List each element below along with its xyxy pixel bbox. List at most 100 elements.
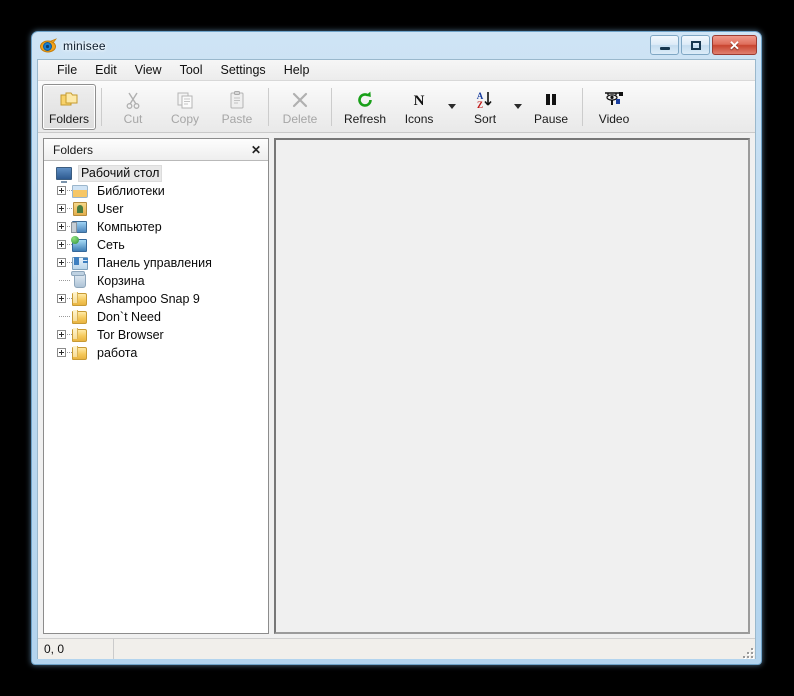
folders-panel: Folders ✕ Рабочий стол Библиотеки User К… bbox=[43, 138, 269, 634]
toolbar-separator-1 bbox=[101, 87, 103, 126]
toolbar-copy-button[interactable]: Copy bbox=[159, 84, 211, 130]
tree-item-label: Сеть bbox=[97, 237, 125, 252]
menu-item-tool[interactable]: Tool bbox=[171, 61, 212, 80]
toolbar-sort-label: Sort bbox=[474, 111, 497, 126]
desktop-icon bbox=[56, 165, 74, 181]
scissors-icon bbox=[123, 89, 143, 111]
status-secondary bbox=[114, 639, 755, 659]
chevron-down-icon bbox=[514, 104, 523, 109]
menu-item-file[interactable]: File bbox=[48, 61, 86, 80]
recycle-bin-icon bbox=[72, 273, 90, 289]
network-icon bbox=[72, 237, 90, 253]
toolbar-copy-label: Copy bbox=[171, 111, 200, 126]
tree-item-label: работа bbox=[97, 345, 138, 360]
tree-item-rabota[interactable]: работа bbox=[47, 344, 268, 362]
tree-item-user[interactable]: User bbox=[47, 200, 268, 218]
copy-icon bbox=[175, 89, 195, 111]
toolbar-sort-button[interactable]: A Z Sort bbox=[459, 84, 511, 130]
refresh-icon bbox=[355, 89, 375, 111]
tree-item-label: User bbox=[97, 201, 124, 216]
toolbar-separator-4 bbox=[582, 87, 584, 126]
toolbar-icons-dropdown-arrow[interactable] bbox=[445, 84, 459, 130]
toolbar-refresh-label: Refresh bbox=[344, 111, 387, 126]
sort-az-icon: A Z bbox=[474, 89, 496, 111]
title-bar[interactable]: minisee ✕ bbox=[32, 32, 761, 59]
tree-item-network[interactable]: Сеть bbox=[47, 236, 268, 254]
letter-n-icon: N bbox=[409, 89, 429, 111]
window-controls: ✕ bbox=[650, 35, 757, 55]
control-panel-icon bbox=[72, 255, 90, 271]
tree-item-ashampoo-snap-9[interactable]: Ashampoo Snap 9 bbox=[47, 290, 268, 308]
folders-panel-header: Folders ✕ bbox=[44, 139, 268, 161]
computer-icon bbox=[72, 219, 90, 235]
toolbar-sort-dropdown-arrow[interactable] bbox=[511, 84, 525, 130]
pause-icon bbox=[541, 89, 561, 111]
minimize-icon bbox=[659, 46, 670, 50]
tree-item-libraries[interactable]: Библиотеки bbox=[47, 182, 268, 200]
maximize-icon bbox=[690, 40, 701, 50]
expand-toggle-icon[interactable] bbox=[56, 344, 72, 362]
expand-toggle-icon[interactable] bbox=[56, 254, 72, 272]
menu-item-help[interactable]: Help bbox=[275, 61, 319, 80]
tree-item-desktop[interactable]: Рабочий стол bbox=[47, 164, 268, 182]
tree-item-dont-need[interactable]: Don`t Need bbox=[47, 308, 268, 326]
expand-toggle-icon[interactable] bbox=[56, 218, 72, 236]
tree-connector bbox=[56, 272, 72, 290]
maximize-button[interactable] bbox=[681, 35, 710, 55]
folders-panel-title: Folders bbox=[53, 142, 94, 157]
folder-icon bbox=[72, 327, 90, 343]
minimize-button[interactable] bbox=[650, 35, 679, 55]
close-button[interactable]: ✕ bbox=[712, 35, 757, 55]
menu-item-settings[interactable]: Settings bbox=[212, 61, 275, 80]
tree-connector bbox=[56, 308, 72, 326]
toolbar-delete-label: Delete bbox=[282, 111, 318, 126]
toolbar-paste-label: Paste bbox=[221, 111, 253, 126]
content-view-pane[interactable] bbox=[274, 138, 750, 634]
toolbar-video-label: Video bbox=[598, 111, 630, 126]
toolbar-separator-3 bbox=[331, 87, 333, 126]
toolbar-video-button[interactable]: Video bbox=[588, 84, 640, 130]
window-title: minisee bbox=[63, 38, 106, 53]
tree-item-label: Ashampoo Snap 9 bbox=[97, 291, 200, 306]
toolbar-cut-label: Cut bbox=[123, 111, 143, 126]
toolbar: Folders Cut Copy Paste Delete Refresh N … bbox=[38, 81, 755, 133]
folder-icon bbox=[72, 309, 90, 325]
folders-icon bbox=[58, 89, 80, 111]
folder-tree[interactable]: Рабочий стол Библиотеки User Компьютер С… bbox=[44, 161, 268, 633]
video-camera-icon bbox=[602, 89, 626, 111]
tree-item-recycle-bin[interactable]: Корзина bbox=[47, 272, 268, 290]
tree-item-tor-browser[interactable]: Tor Browser bbox=[47, 326, 268, 344]
status-coordinates: 0, 0 bbox=[38, 639, 114, 659]
expand-toggle-icon[interactable] bbox=[56, 290, 72, 308]
close-icon[interactable]: ✕ bbox=[247, 141, 265, 158]
toolbar-pause-button[interactable]: Pause bbox=[525, 84, 577, 130]
toolbar-icons-button[interactable]: N Icons bbox=[393, 84, 445, 130]
status-bar: 0, 0 bbox=[38, 638, 755, 659]
toolbar-folders-label: Folders bbox=[49, 111, 90, 126]
library-icon bbox=[72, 183, 90, 199]
menu-item-edit[interactable]: Edit bbox=[86, 61, 126, 80]
folder-icon bbox=[72, 345, 90, 361]
expand-toggle-icon[interactable] bbox=[56, 326, 72, 344]
toolbar-refresh-button[interactable]: Refresh bbox=[337, 84, 393, 130]
expand-toggle-icon[interactable] bbox=[56, 236, 72, 254]
svg-text:N: N bbox=[414, 93, 425, 109]
chevron-down-icon bbox=[448, 104, 457, 109]
resize-grip-icon[interactable] bbox=[739, 644, 753, 658]
toolbar-folders-button[interactable]: Folders bbox=[42, 83, 97, 130]
expand-toggle-icon[interactable] bbox=[56, 182, 72, 200]
tree-item-computer[interactable]: Компьютер bbox=[47, 218, 268, 236]
main-split: Folders ✕ Рабочий стол Библиотеки User К… bbox=[38, 133, 755, 638]
tree-item-label: Рабочий стол bbox=[78, 164, 163, 182]
tree-item-control-panel[interactable]: Панель управления bbox=[47, 254, 268, 272]
close-icon: ✕ bbox=[729, 37, 740, 53]
tree-item-label: Корзина bbox=[97, 273, 145, 288]
x-delete-icon bbox=[290, 89, 310, 111]
toolbar-paste-button[interactable]: Paste bbox=[211, 84, 263, 130]
menu-item-view[interactable]: View bbox=[126, 61, 171, 80]
toolbar-delete-button[interactable]: Delete bbox=[274, 84, 326, 130]
folder-icon bbox=[72, 291, 90, 307]
expand-toggle-icon[interactable] bbox=[56, 200, 72, 218]
toolbar-cut-button[interactable]: Cut bbox=[107, 84, 159, 130]
menu-bar: File Edit View Tool Settings Help bbox=[38, 60, 755, 81]
